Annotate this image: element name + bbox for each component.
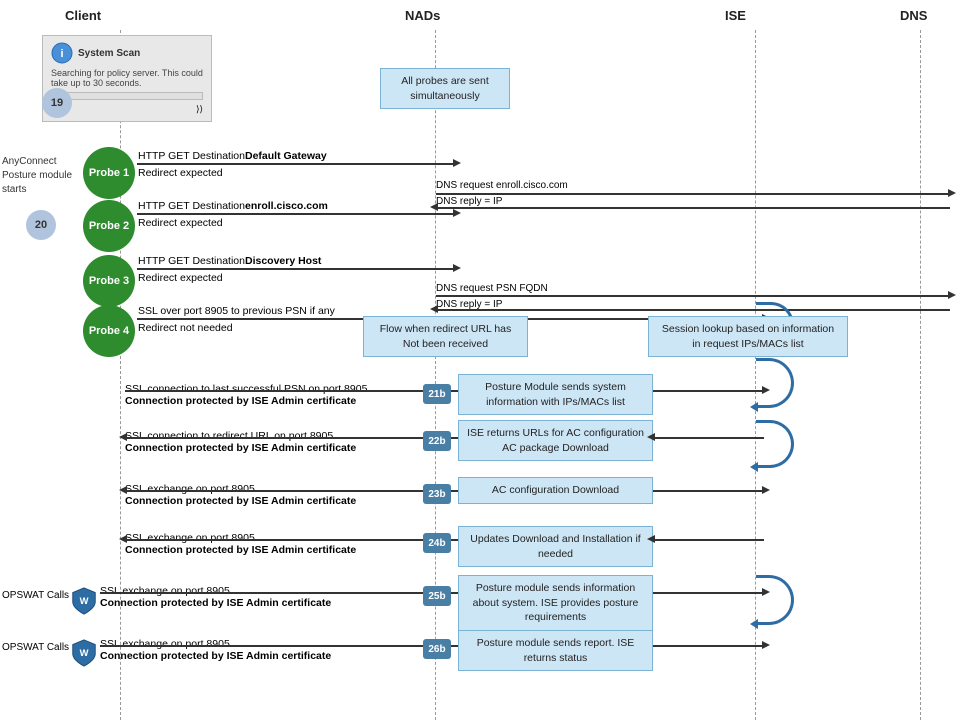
step25b-curved — [756, 575, 794, 625]
step23b-badge: 23b — [423, 484, 451, 504]
anyconnect-label: AnyConnectPosture modulestarts — [2, 155, 82, 197]
dns-rep1-arrow — [436, 207, 950, 209]
scan-bar — [51, 92, 203, 100]
step25b-label1: SSL exchange on port 8905 — [100, 585, 230, 597]
dns-req2-arrow — [436, 295, 950, 297]
client-header: Client — [65, 8, 101, 23]
step22b-curved — [756, 420, 794, 468]
step23b-label2: Connection protected by ISE Admin certif… — [125, 495, 356, 507]
step25b-label2: Connection protected by ISE Admin certif… — [100, 597, 331, 609]
diagram: Client NADs ISE DNS i System Scan Search… — [0, 0, 960, 720]
dns-req1: DNS request enroll.cisco.com — [436, 180, 568, 191]
step24b-badge: 24b — [423, 533, 451, 553]
step21b-ise-arrow — [653, 390, 764, 392]
step22b-badge: 22b — [423, 431, 451, 451]
number-20: 20 — [26, 210, 56, 240]
step23b-ise-arrow — [653, 490, 764, 492]
step26b-badge: 26b — [423, 639, 451, 659]
step26b-ise-arrow — [653, 645, 764, 647]
probe2-arrow — [137, 213, 455, 215]
ise-header: ISE — [725, 8, 746, 23]
shield-icon-26b: W — [70, 638, 98, 668]
probe4-label: SSL over port 8905 to previous PSN if an… — [138, 305, 335, 317]
svg-text:i: i — [60, 48, 63, 60]
step22b-label2: Connection protected by ISE Admin certif… — [125, 442, 356, 454]
number-19: 19 — [42, 88, 72, 118]
all-probes-box: All probes are sent simultaneously — [380, 68, 510, 109]
step26b-box: Posture module sends report. ISE returns… — [458, 630, 653, 671]
probe3-sublabel: Redirect expected — [138, 272, 223, 284]
step24b-label2: Connection protected by ISE Admin certif… — [125, 544, 356, 556]
probe-4-circle: Probe 4 — [83, 305, 135, 357]
svg-text:W: W — [80, 648, 89, 658]
step26b-label2: Connection protected by ISE Admin certif… — [100, 650, 331, 662]
step22b-ise-arrow — [653, 437, 764, 439]
nads-vline — [435, 30, 436, 720]
step25b-badge: 25b — [423, 586, 451, 606]
scan-title: System Scan — [78, 48, 140, 59]
step21b-badge: 21b — [423, 384, 451, 404]
dns-header: DNS — [900, 8, 927, 23]
step22b-label1: SSL connection to redirect URL on port 8… — [125, 430, 333, 442]
step26b-label1: SSL exchange on port 8905 — [100, 638, 230, 650]
nads-header: NADs — [405, 8, 440, 23]
step21b-box: Posture Module sends system information … — [458, 374, 653, 415]
session-curved-arrow — [756, 358, 794, 408]
opswat-label-26b: OPSWAT Calls — [2, 642, 69, 653]
session-lookup-box: Session lookup based on information in r… — [648, 316, 848, 357]
probe2-sublabel: Redirect expected — [138, 217, 223, 229]
dns-vline — [920, 30, 921, 720]
probe1-label: HTTP GET DestinationDefault Gateway — [138, 150, 327, 162]
probe-1-circle: Probe 1 — [83, 147, 135, 199]
flow-box: Flow when redirect URL has Not been rece… — [363, 316, 528, 357]
step23b-box: AC configuration Download — [458, 477, 653, 504]
probe3-arrow — [137, 268, 455, 270]
probe2-label: HTTP GET Destinationenroll.cisco.com — [138, 200, 328, 212]
probe1-sublabel: Redirect expected — [138, 167, 223, 179]
dns-rep2-arrow — [436, 309, 950, 311]
probe-3-circle: Probe 3 — [83, 255, 135, 307]
opswat-label-25b: OPSWAT Calls — [2, 590, 69, 601]
step24b-ise-arrow — [653, 539, 764, 541]
step21b-label2: Connection protected by ISE Admin certif… — [125, 395, 356, 407]
probe1-arrow — [137, 163, 455, 165]
step22b-box: ISE returns URLs for AC configuration AC… — [458, 420, 653, 461]
step23b-label1: SSL exchange on port 8905 — [125, 483, 255, 495]
step24b-box: Updates Download and Installation if nee… — [458, 526, 653, 567]
dns-rep1: DNS reply = IP — [436, 196, 502, 207]
probe-2-circle: Probe 2 — [83, 200, 135, 252]
dns-req2: DNS request PSN FQDN — [436, 283, 548, 294]
dns-req1-arrow — [436, 193, 950, 195]
probe4-sublabel: Redirect not needed — [138, 322, 233, 334]
probe3-label: HTTP GET DestinationDiscovery Host — [138, 255, 321, 267]
shield-icon-25b: W — [70, 586, 98, 616]
step21b-label1: SSL connection to last successful PSN on… — [125, 383, 367, 395]
svg-text:W: W — [80, 596, 89, 606]
step25b-ise-arrow — [653, 592, 764, 594]
step25b-box: Posture module sends information about s… — [458, 575, 653, 631]
client-vline — [120, 30, 121, 720]
scan-icon: i — [51, 42, 73, 64]
scan-subtitle: Searching for policy server. This could … — [51, 68, 203, 88]
step24b-label1: SSL exchange on port 8905 — [125, 532, 255, 544]
